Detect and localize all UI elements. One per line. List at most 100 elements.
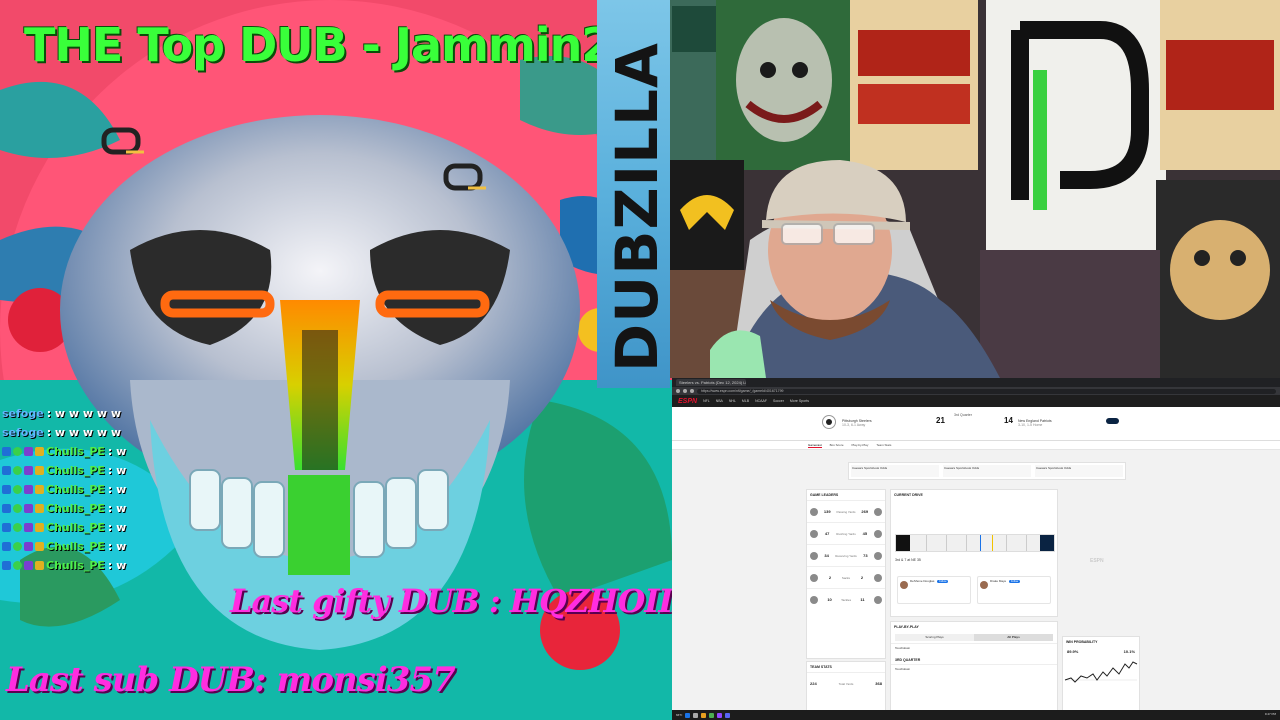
current-drive-card: CURRENT DRIVE 3rd & 7 at NE 35 DeShone D… — [890, 489, 1058, 617]
broadcaster-badge-icon — [2, 561, 11, 570]
steelers-logo-icon[interactable] — [822, 415, 836, 429]
url-input[interactable]: https://www.espn.com/nfl/game/_/gameId/4… — [697, 388, 1276, 394]
tab-play-by-play[interactable]: Play-by-Play — [852, 443, 869, 447]
subscriber-badge-icon — [24, 485, 33, 494]
verified-badge-icon — [13, 542, 22, 551]
leader-row[interactable]: 34 Receiving Yards 73 — [807, 544, 885, 566]
nav-item-nba[interactable]: NBA — [716, 399, 723, 403]
taskbar-weather[interactable]: 66°F — [676, 713, 682, 717]
play-row[interactable]: Touchdown — [891, 643, 1057, 656]
nav-item-nhl[interactable]: NHL — [729, 399, 736, 403]
twitch-icon[interactable] — [717, 712, 723, 718]
broadcaster-badge-icon — [2, 466, 11, 475]
chat-username: Chulls_PE — [46, 559, 105, 572]
tab-gamecast[interactable]: Gamecast — [808, 443, 822, 448]
home-team-name: Pittsburgh Steelers 10-3, 6-1 Away — [842, 419, 872, 427]
odds-strip: Caesars Sportsbook Odds Caesars Sportsbo… — [848, 462, 1126, 480]
leader-stat-label: Passing Yards — [836, 509, 856, 514]
chat-message: : w — [107, 559, 127, 572]
stream-title: THE Top DUB - Jammin247 — [24, 18, 672, 72]
away-endzone — [1040, 535, 1054, 551]
explorer-icon[interactable] — [701, 712, 707, 718]
play-row[interactable]: Touchdown — [891, 664, 1057, 677]
leader-row[interactable]: 10 Tackles 11 — [807, 588, 885, 610]
chat-message-text: w — [116, 502, 127, 515]
away-team-name: New England Patriots 3-10, 1-5 Home — [1018, 419, 1052, 427]
leader-stat-label: Sacks — [841, 575, 851, 580]
chat-message-text: w w w w w — [54, 426, 122, 439]
tab-all-plays[interactable]: All Plays — [974, 634, 1053, 641]
game-leaders-card: GAME LEADERS 139 Passing Yards 269 47 Ru… — [806, 489, 886, 659]
away-leader-value: 73 — [863, 553, 868, 558]
nav-item-soccer[interactable]: Soccer — [773, 399, 784, 403]
nav-item-ncaaf[interactable]: NCAAF — [755, 399, 767, 403]
last-sub-alert: Last sub DUB: monsi357 — [6, 660, 456, 700]
address-bar: https://www.espn.com/nfl/game/_/gameId/4… — [672, 387, 1280, 395]
player-card[interactable]: DeShone Douglas Follow — [897, 576, 971, 604]
away-team-stat: 368 — [875, 681, 882, 686]
home-leader-value: 2 — [828, 575, 832, 580]
espn-logo[interactable]: ESPN — [678, 398, 697, 405]
leader-row[interactable]: 139 Passing Yards 269 — [807, 500, 885, 522]
start-icon[interactable] — [685, 712, 691, 718]
win-probability-chart — [1064, 661, 1138, 683]
verified-badge-icon — [13, 523, 22, 532]
subscriber-badge-icon — [24, 561, 33, 570]
subscriber-badge-icon — [24, 523, 33, 532]
chrome-icon[interactable] — [709, 712, 715, 718]
search-icon[interactable] — [693, 712, 699, 718]
play-by-play-title: PLAY-BY-PLAY — [894, 625, 919, 629]
away-leader-value: 269 — [861, 509, 869, 514]
chat-username: sefoge — [2, 426, 44, 439]
team-stat-label: Total Yards — [838, 681, 854, 686]
chat-message-text: w — [116, 540, 127, 553]
chat-line: sefoge: w w w w w — [2, 423, 152, 442]
crown-badge-icon — [35, 466, 44, 475]
yard-line — [966, 535, 967, 551]
browser-tab[interactable]: Steelers vs. Patriots (Dec 12, 2024) Liv… — [676, 379, 746, 386]
forward-icon[interactable] — [683, 389, 687, 393]
team-stat-row[interactable]: 224 Total Yards 368 — [807, 672, 885, 694]
player-name: DeShone Douglas — [910, 579, 935, 583]
leader-row[interactable]: 2 Sacks 2 — [807, 566, 885, 588]
nav-item-more[interactable]: More Sports — [790, 399, 809, 403]
chat-message-text: w — [116, 445, 127, 458]
tab-team-stats[interactable]: Team Stats — [876, 443, 891, 447]
chat-message-text: w — [116, 464, 127, 477]
last-gift-alert: Last gifty DUB : HQZHOIIPS — [230, 582, 672, 620]
tab-scoring-plays[interactable]: Scoring Plays — [895, 634, 974, 641]
taskbar: 66°F 9:47 PM — [672, 710, 1280, 720]
player-card[interactable]: Drake Maye Follow — [977, 576, 1051, 604]
nav-item-mlb[interactable]: MLB — [742, 399, 749, 403]
leader-row[interactable]: 47 Rushing Yards 45 — [807, 522, 885, 544]
game-scoreboard: Pittsburgh Steelers 10-3, 6-1 Away 21 3r… — [672, 407, 1280, 441]
win-probability-card: WIN PROBABILITY 89.9% 10.1% — [1062, 636, 1140, 720]
home-leader-value: 47 — [824, 531, 830, 536]
field-diagram — [895, 534, 1055, 552]
line-of-scrimmage — [980, 535, 981, 551]
taskbar-clock: 9:47 PM — [1264, 712, 1276, 716]
discord-icon[interactable] — [725, 712, 731, 718]
chat-message: : w — [107, 464, 127, 477]
back-icon[interactable] — [676, 389, 680, 393]
win-probability-values: 89.9% 10.1% — [1063, 647, 1139, 656]
chat-message-text: w — [116, 559, 127, 572]
ad-placeholder: ESPN — [1090, 558, 1104, 564]
follow-button[interactable]: Follow — [937, 580, 949, 583]
follow-button[interactable]: Follow — [1009, 580, 1021, 583]
chat-username: Chulls_PE — [46, 445, 105, 458]
patriots-logo-icon[interactable] — [1106, 415, 1120, 429]
tab-box-score[interactable]: Box Score — [830, 443, 844, 447]
chat-message-text: w — [116, 483, 127, 496]
chat-message: : w — [107, 483, 127, 496]
home-leader-value: 139 — [823, 509, 831, 514]
chat-line: Chulls_PE: w — [2, 537, 152, 556]
broadcaster-badge-icon — [2, 504, 11, 513]
odds-card[interactable]: Caesars Sportsbook Odds — [943, 465, 1031, 477]
nav-item-nfl[interactable]: NFL — [703, 399, 710, 403]
odds-card[interactable]: Caesars Sportsbook Odds — [851, 465, 939, 477]
odds-card[interactable]: Caesars Sportsbook Odds — [1035, 465, 1123, 477]
reload-icon[interactable] — [690, 389, 694, 393]
webcam-scene — [670, 0, 1280, 378]
player-avatar — [874, 529, 882, 538]
